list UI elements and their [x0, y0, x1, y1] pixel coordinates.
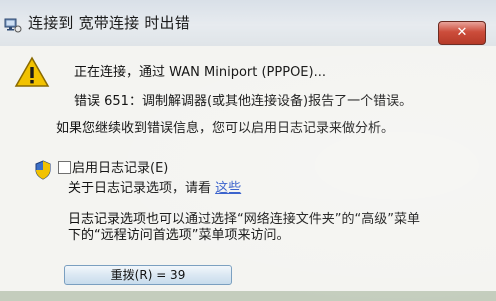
window-title: 连接到 宽带连接 时出错	[28, 14, 190, 32]
enable-logging-checkbox[interactable]	[58, 161, 71, 174]
warning-icon	[14, 56, 50, 88]
error-dialog-photo: 连接到 宽带连接 时出错 ✕ 正在连接，通过 WAN Miniport (PPP…	[0, 0, 496, 301]
enable-logging-label[interactable]: 启用日志记录(E)	[72, 157, 168, 176]
redial-button[interactable]: 重拨(R) = 39	[64, 265, 232, 285]
logging-hint-text: 如果您继续收到错误信息，您可以启用日志记录来做分析。	[56, 121, 395, 136]
bottom-edge	[0, 291, 496, 301]
logging-about-text: 关于日志记录选项，请看	[68, 181, 212, 196]
close-button[interactable]: ✕	[438, 21, 486, 45]
network-connection-icon	[4, 16, 22, 34]
logging-help-link[interactable]: 这些	[215, 181, 241, 196]
title-bar: 连接到 宽带连接 时出错 ✕	[0, 0, 496, 46]
close-icon: ✕	[456, 25, 468, 40]
logging-about-line: 关于日志记录选项，请看 这些	[68, 177, 241, 196]
connecting-status-text: 正在连接，通过 WAN Miniport (PPPOE)...	[74, 65, 326, 80]
redial-button-label: 重拨(R) = 39	[110, 268, 186, 282]
logging-note-line-2: 下的“远程访问首选项”菜单项来访问。	[68, 228, 290, 243]
uac-shield-icon	[34, 160, 52, 180]
error-651-text: 错误 651：调制解调器(或其他连接设备)报告了一个错误。	[74, 94, 413, 109]
